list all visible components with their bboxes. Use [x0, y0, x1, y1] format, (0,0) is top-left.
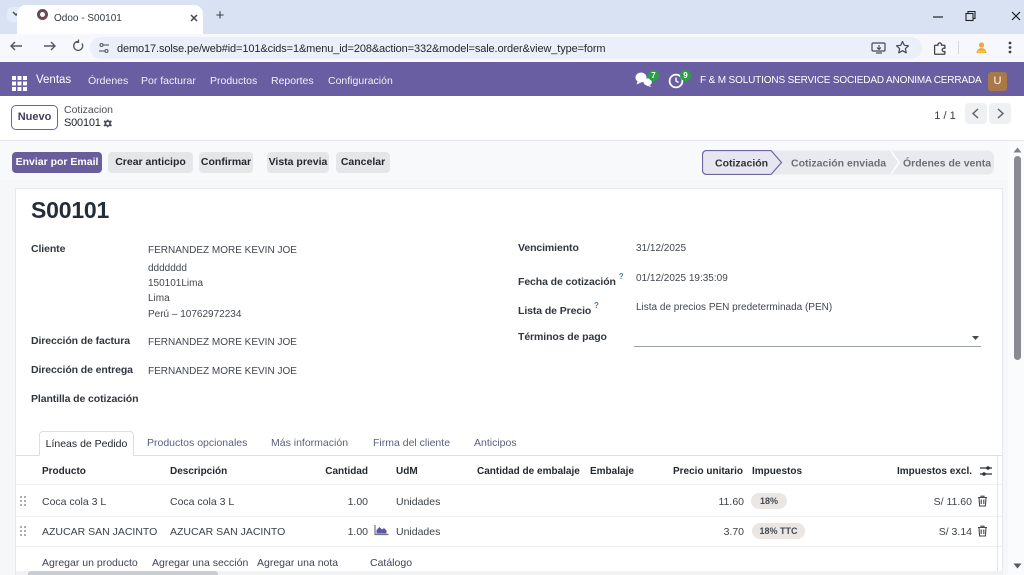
- svg-text:Órdenes de venta: Órdenes de venta: [903, 157, 991, 170]
- svg-text:Cotización: Cotización: [715, 158, 768, 170]
- svg-text:Cotización enviada: Cotización enviada: [791, 158, 886, 170]
